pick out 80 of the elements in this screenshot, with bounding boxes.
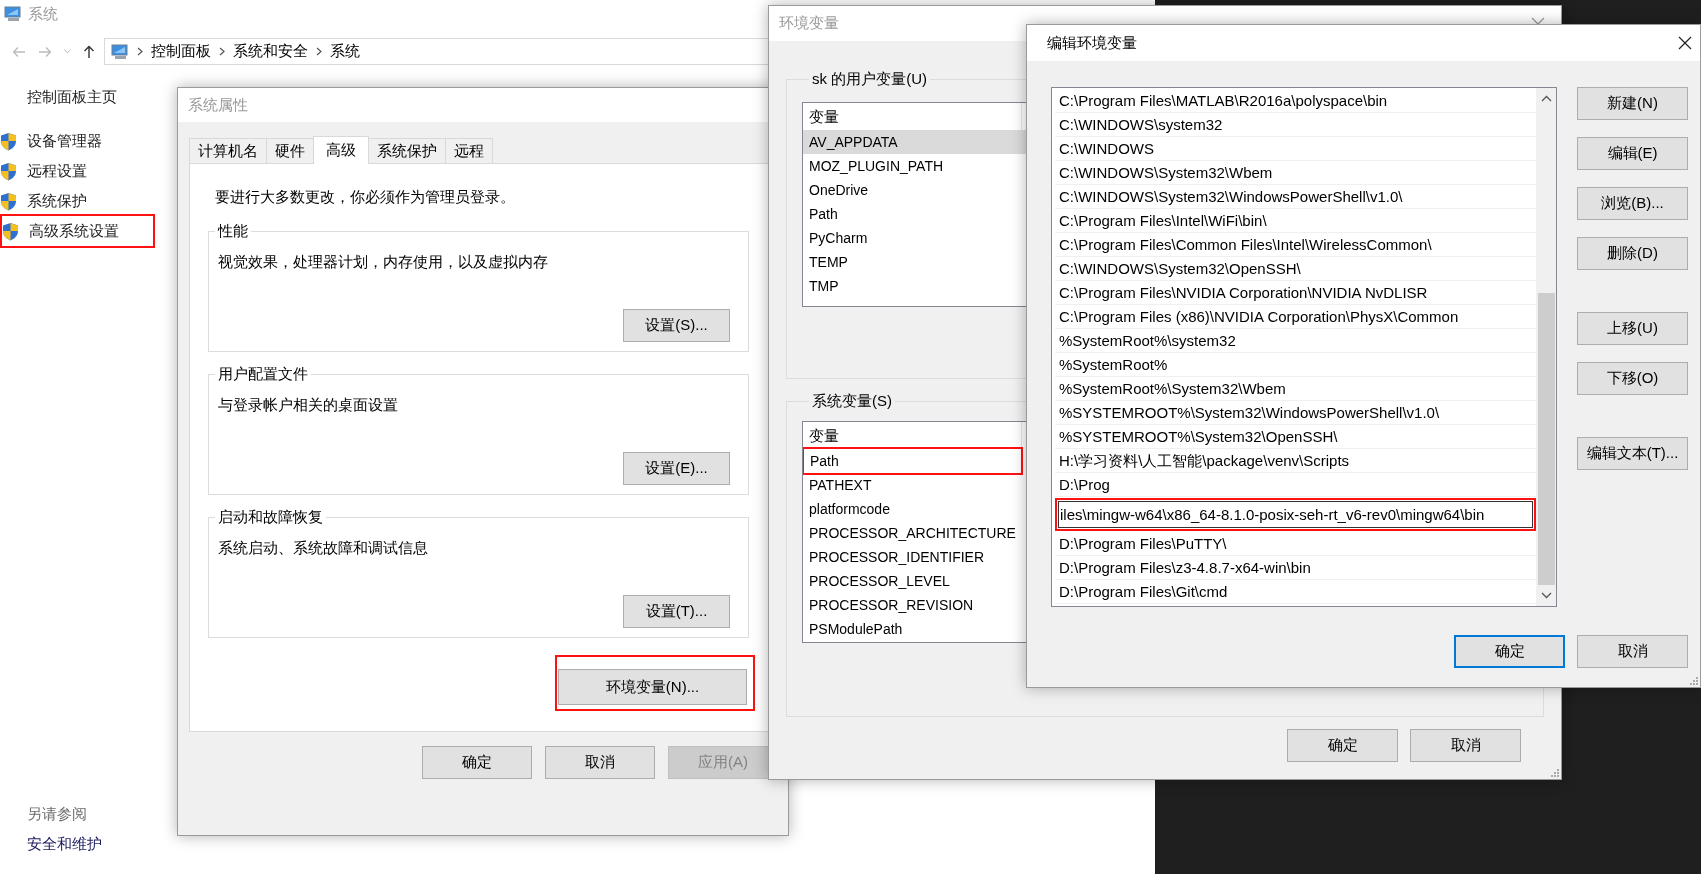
link[interactable]: 安全和维护 — [27, 834, 1155, 854]
breadcrumb-item[interactable]: 控制面板 — [151, 40, 211, 63]
chevron-icon[interactable] — [219, 47, 225, 56]
list-item[interactable]: D:\Program Files\PuTTY\ — [1055, 532, 1536, 556]
tab[interactable]: 计算机名 — [189, 138, 267, 163]
list-row[interactable]: Path — [804, 449, 1021, 473]
dialog-button[interactable]: 上移(U) — [1577, 312, 1688, 345]
dialog-button[interactable]: 取消 — [545, 746, 655, 779]
list-item[interactable]: D:\Program Files\z3-4.8.7-x64-win\bin — [1055, 556, 1536, 580]
sidebar-link[interactable]: 设备管理器 — [27, 129, 102, 153]
chevron-icon[interactable] — [137, 47, 143, 56]
dialog-button[interactable]: 确定 — [422, 746, 532, 779]
sidebar-link[interactable]: 系统保护 — [27, 189, 87, 213]
breadcrumb-item[interactable]: 系统 — [330, 40, 360, 63]
shield-icon — [0, 161, 17, 181]
dialog-button[interactable]: 浏览(B)... — [1577, 187, 1688, 220]
section-heading: 另请参阅 — [27, 804, 88, 824]
group-description: 系统启动、系统故障和调试信息 — [218, 538, 429, 558]
dialog-button[interactable]: 确定 — [1454, 635, 1565, 668]
dialog-button[interactable]: 取消 — [1577, 635, 1688, 668]
group-title: 用户配置文件 — [215, 364, 311, 384]
environment-variables-button[interactable]: 环境变量(N)... — [558, 669, 747, 705]
computer-icon — [4, 6, 22, 22]
sidebar-link[interactable]: 高级系统设置 — [29, 219, 119, 243]
computer-icon — [111, 43, 129, 60]
dialog-button[interactable]: 取消 — [1410, 729, 1521, 762]
group-title: 系统变量(S) — [809, 391, 895, 411]
group-title: 性能 — [215, 221, 251, 241]
list-item[interactable]: C:\Program Files (x86)\NVIDIA Corporation\PhysX\Common — [1055, 305, 1536, 329]
list-item[interactable]: C:\WINDOWS\System32\WindowsPowerShell\v1.0\ — [1055, 185, 1536, 209]
tab[interactable]: 远程 — [445, 138, 493, 163]
list-item[interactable]: %SystemRoot%\system32 — [1055, 329, 1536, 353]
settings-button[interactable]: 设置(S)... — [623, 309, 730, 342]
input-field[interactable]: iles\mingw-w64\x86_64-8.1.0-posix-seh-rt_v6-rev0\mingw64\bin — [1058, 501, 1533, 528]
list-item[interactable]: C:\WINDOWS\System32\Wbem — [1055, 161, 1536, 185]
notice-text: 要进行大多数更改，你必须作为管理员登录。 — [215, 187, 516, 207]
list-item[interactable]: %SYSTEMROOT%\System32\OpenSSH\ — [1055, 425, 1536, 449]
list-item[interactable]: C:\Program Files\NVIDIA Corporation\NVIDIA NvDLISR — [1055, 281, 1536, 305]
breadcrumb-item[interactable]: 系统和安全 — [233, 40, 308, 63]
resize-grip-icon[interactable] — [1550, 768, 1559, 777]
list-item[interactable]: %SystemRoot%\System32\Wbem — [1055, 377, 1536, 401]
settings-button[interactable]: 设置(E)... — [623, 452, 730, 485]
shield-icon — [0, 131, 17, 151]
list-item[interactable]: D:\Program Files\Git\cmd — [1055, 580, 1536, 604]
list-item[interactable]: C:\WINDOWS — [1055, 137, 1536, 161]
dialog-button[interactable]: 新建(N) — [1577, 87, 1688, 120]
list-item[interactable]: D:\Prog — [1055, 473, 1536, 497]
dialog-button[interactable]: 删除(D) — [1577, 237, 1688, 270]
close-icon[interactable] — [1678, 36, 1692, 50]
settings-button[interactable]: 设置(T)... — [623, 595, 730, 628]
chevron-icon[interactable] — [316, 47, 322, 56]
group-title: 启动和故障恢复 — [215, 507, 326, 527]
list-item[interactable]: C:\WINDOWS\system32 — [1055, 113, 1536, 137]
scrollbar-thumb[interactable] — [1537, 293, 1555, 585]
window-title: 系统属性 — [188, 94, 248, 115]
shield-icon — [0, 191, 17, 211]
column-header[interactable]: 变量 — [803, 422, 1022, 449]
tab[interactable]: 高级 — [313, 136, 369, 164]
up-arrow-icon[interactable] — [83, 44, 95, 59]
sidebar-link[interactable]: 远程设置 — [27, 159, 87, 183]
window-title: 环境变量 — [779, 13, 839, 34]
scrollbar[interactable] — [1536, 88, 1556, 606]
resize-grip-icon[interactable] — [1689, 676, 1698, 685]
sidebar-link[interactable]: 控制面板主页 — [27, 87, 117, 107]
group-description: 与登录帐户相关的桌面设置 — [218, 395, 399, 415]
dialog-button[interactable]: 编辑(E) — [1577, 137, 1688, 170]
list-item[interactable]: H:\学习资料\人工智能\package\venv\Scripts — [1055, 449, 1536, 473]
list-item[interactable]: C:\Program Files\Common Files\Intel\WirelessCommon\ — [1055, 233, 1536, 257]
list-item[interactable]: %SystemRoot% — [1055, 353, 1536, 377]
shield-icon — [2, 221, 19, 241]
list-item[interactable]: C:\Program Files\MATLAB\R2016a\polyspace\bin — [1055, 89, 1536, 113]
dialog-button[interactable]: 确定 — [1287, 729, 1398, 762]
window-title: 系统 — [28, 3, 58, 24]
list-item[interactable]: %SYSTEMROOT%\System32\WindowsPowerShell\v1.0\ — [1055, 401, 1536, 425]
dialog-button[interactable]: 编辑文本(T)... — [1577, 437, 1688, 470]
list-item[interactable]: C:\WINDOWS\System32\OpenSSH\ — [1055, 257, 1536, 281]
group-description: 视觉效果，处理器计划，内存使用，以及虚拟内存 — [218, 252, 549, 272]
dialog-button[interactable]: 下移(O) — [1577, 362, 1688, 395]
list-item[interactable]: C:\Program Files\Intel\WiFi\bin\ — [1055, 209, 1536, 233]
group-title: sk 的用户变量(U) — [809, 69, 930, 89]
